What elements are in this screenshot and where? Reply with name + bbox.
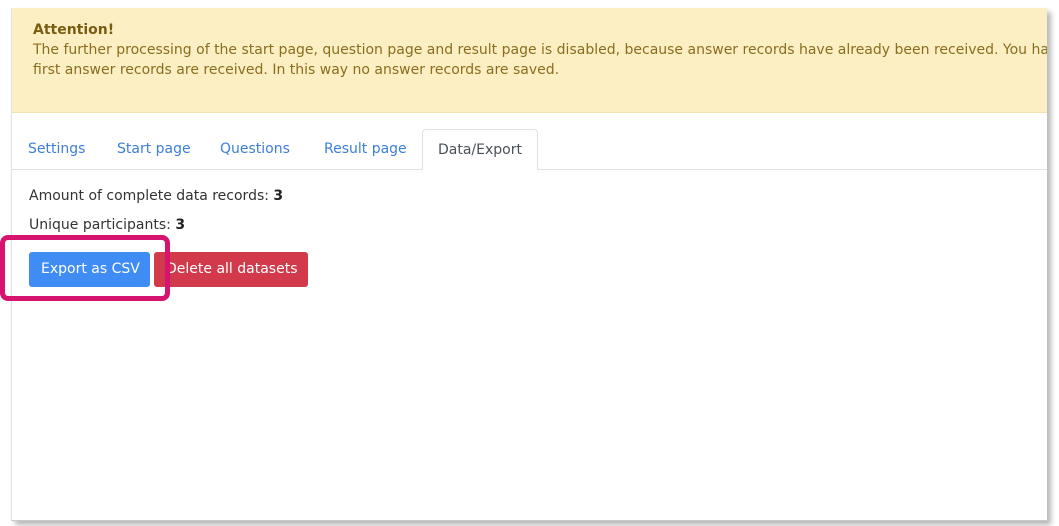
alert-message-line-2: first answer records are received. In th… xyxy=(33,62,560,78)
alert-title: Attention! xyxy=(33,22,115,38)
unique-participants-stat: Unique participants: 3 xyxy=(29,217,185,233)
delete-all-datasets-button[interactable]: Delete all datasets xyxy=(154,252,308,287)
app-frame: Attention! The further processing of the… xyxy=(11,8,1047,521)
tab-start-page[interactable]: Start page xyxy=(117,129,191,169)
tab-data-export[interactable]: Data/Export xyxy=(422,129,538,170)
export-csv-button[interactable]: Export as CSV xyxy=(29,252,150,287)
unique-participants-value: 3 xyxy=(175,217,186,233)
tab-settings[interactable]: Settings xyxy=(28,129,85,169)
complete-records-value: 3 xyxy=(273,188,284,204)
tab-bar: Settings Start page Questions Result pag… xyxy=(12,129,1047,170)
tab-result-page[interactable]: Result page xyxy=(324,129,407,169)
complete-records-label: Amount of complete data records: xyxy=(29,188,269,204)
unique-participants-label: Unique participants: xyxy=(29,217,171,233)
alert-message-line-1: The further processing of the start page… xyxy=(33,42,1047,58)
complete-records-stat: Amount of complete data records: 3 xyxy=(29,188,283,204)
tab-questions[interactable]: Questions xyxy=(220,129,290,169)
attention-alert: Attention! The further processing of the… xyxy=(12,8,1047,113)
